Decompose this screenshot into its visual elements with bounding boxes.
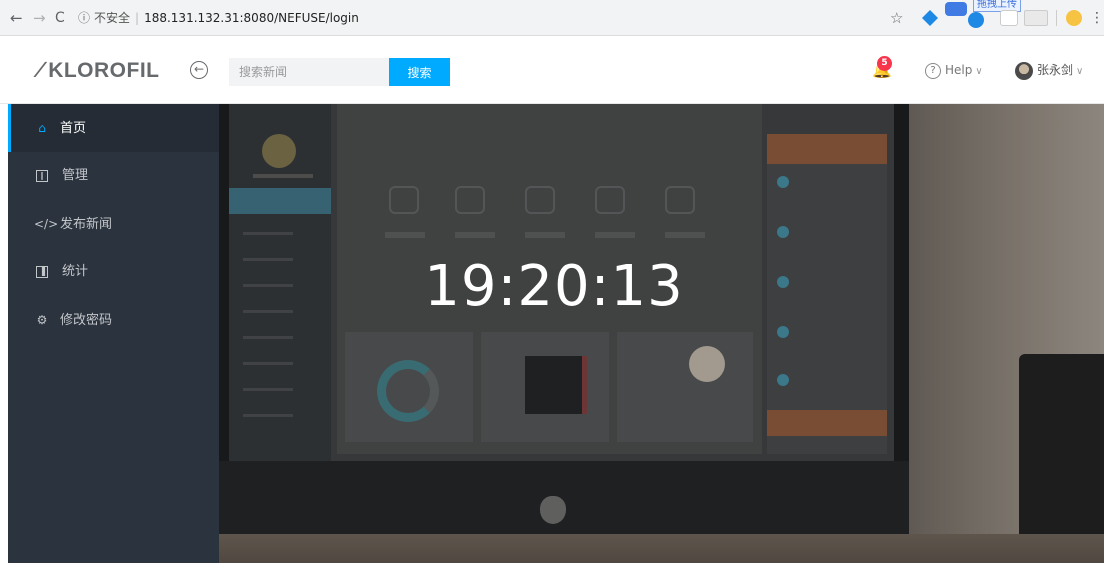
chart-icon: ▐ xyxy=(36,265,48,278)
back-arrow-icon[interactable]: ← xyxy=(10,0,23,36)
address-bar[interactable]: ⓘ 不安全 | 188.131.132.31:8080/NEFUSE/login xyxy=(78,6,884,30)
home-icon: ⌂ xyxy=(38,121,46,135)
gear-icon: ⚙ xyxy=(36,313,48,327)
search-input[interactable] xyxy=(229,58,389,86)
code-icon: </> xyxy=(34,217,59,231)
info-icon[interactable]: ⓘ xyxy=(78,11,90,25)
extension-blue-icon[interactable] xyxy=(968,12,984,28)
sidebar-item-statistics[interactable]: ▐ 统计 xyxy=(8,248,219,296)
extension-cloud-icon[interactable] xyxy=(945,2,967,16)
extension-diamond-icon[interactable] xyxy=(922,10,938,26)
columns-icon: ∥ xyxy=(36,169,48,182)
top-navbar: ∕KLOROFIL ← 搜索 🔔 5 ?Help∨ 张永剑∨ xyxy=(0,36,1104,104)
avatar xyxy=(1015,61,1033,80)
sidebar-item-manage[interactable]: ∥ 管理 xyxy=(8,152,219,200)
sidebar-item-label: 统计 xyxy=(62,264,89,279)
url-text[interactable]: 188.131.132.31:8080/NEFUSE/login xyxy=(144,11,359,25)
brand-logo[interactable]: ∕ KLOROFIL xyxy=(38,36,160,104)
bookmark-star-icon[interactable]: ☆ xyxy=(890,0,903,36)
address-separator: | xyxy=(135,11,140,25)
extension-home-icon[interactable] xyxy=(1000,10,1018,26)
sidebar-item-label: 管理 xyxy=(62,168,89,183)
toolbar-divider xyxy=(1056,10,1057,26)
user-name: 张永剑 xyxy=(1037,63,1074,77)
search-button[interactable]: 搜索 xyxy=(389,58,450,86)
leaf-icon: ∕ xyxy=(38,57,43,82)
sidebar-item-change-password[interactable]: ⚙ 修改密码 xyxy=(8,296,219,344)
sidebar-item-home[interactable]: ⌂ 首页 xyxy=(8,104,219,152)
main-content: 19:20:13 xyxy=(219,104,1104,563)
security-label: 不安全 xyxy=(94,11,131,25)
chevron-down-icon: ∨ xyxy=(975,66,983,77)
sidebar: ⌂ 首页 ∥ 管理 </> 发布新闻 ▐ 统计 ⚙ 修改密码 xyxy=(8,104,219,563)
clock-display: 19:20:13 xyxy=(424,254,684,319)
user-dropdown[interactable]: 张永剑 ∨ xyxy=(1015,36,1083,104)
sidebar-item-label: 首页 xyxy=(60,121,87,136)
extension-face-icon[interactable] xyxy=(1066,10,1082,26)
sidebar-item-publish-news[interactable]: </> 发布新闻 xyxy=(8,200,219,248)
chevron-down-icon: ∨ xyxy=(1076,66,1084,77)
extension-box-icon[interactable] xyxy=(1024,10,1048,26)
help-dropdown[interactable]: ? Help ∨ xyxy=(925,36,983,104)
forward-arrow-icon[interactable]: → xyxy=(33,0,46,36)
notification-badge[interactable]: 5 xyxy=(877,56,892,71)
browser-menu-icon[interactable]: ⋮ xyxy=(1090,0,1104,36)
brand-name: KLOROFIL xyxy=(48,59,160,82)
sidebar-toggle-icon[interactable]: ← xyxy=(190,61,208,79)
background-overlay xyxy=(219,104,1104,563)
reload-icon[interactable]: C xyxy=(55,0,65,36)
question-icon: ? xyxy=(925,62,941,79)
help-label: Help xyxy=(945,63,973,77)
sidebar-item-label: 修改密码 xyxy=(60,313,113,328)
browser-toolbar: ← → C ⓘ 不安全 | 188.131.132.31:8080/NEFUSE/lo… xyxy=(0,0,1104,36)
sidebar-item-label: 发布新闻 xyxy=(60,217,113,232)
